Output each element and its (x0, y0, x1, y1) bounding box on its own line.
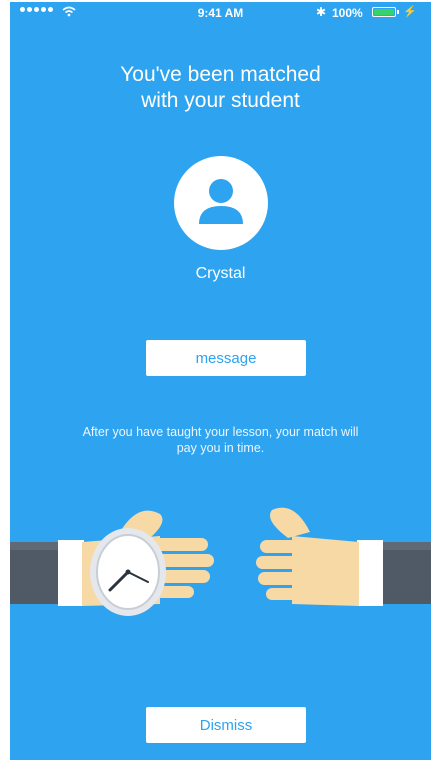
match-screen: 9:41 AM ✱ 100% ⚡ You've been matched wit… (10, 2, 431, 760)
battery-tip (397, 10, 399, 14)
status-bar: 9:41 AM ✱ 100% ⚡ (10, 2, 431, 24)
match-title-line2: with your student (141, 89, 300, 112)
message-button[interactable]: message (146, 340, 306, 376)
charging-icon: ⚡ (403, 6, 417, 18)
avatar (174, 156, 268, 250)
match-title-line1: You've been matched (120, 63, 321, 86)
student-name: Crystal (195, 265, 246, 282)
info-text: After you have taught your lesson, your … (82, 425, 359, 455)
watch-icon (90, 528, 166, 616)
status-time: 9:41 AM (197, 6, 244, 20)
dismiss-button[interactable]: Dismiss (146, 707, 306, 743)
hands-watch-illustration (10, 507, 431, 616)
battery-percent: 100% (332, 6, 363, 20)
battery-icon (372, 7, 396, 17)
bluetooth-icon: ✱ (316, 5, 327, 19)
match-title: You've been matched with your student (10, 62, 431, 114)
person-icon (199, 179, 243, 224)
